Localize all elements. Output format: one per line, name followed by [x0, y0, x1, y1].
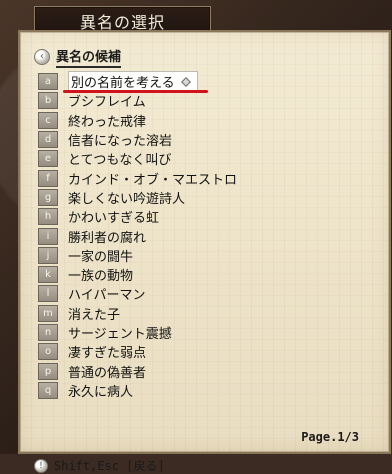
option-row-g[interactable]: g 楽しくない吟遊詩人 — [38, 188, 237, 207]
option-key-h: h — [38, 208, 58, 226]
option-key-d: d — [38, 131, 58, 149]
option-key-l: l — [38, 285, 58, 303]
option-label-l: ハイパーマン — [68, 288, 146, 304]
option-label-a: 別の名前を考える — [71, 76, 175, 92]
option-key-f: f — [38, 169, 58, 187]
option-key-e: e — [38, 150, 58, 168]
option-row-l[interactable]: l ハイパーマン — [38, 284, 237, 303]
option-key-o: o — [38, 343, 58, 361]
option-key-i: i — [38, 227, 58, 245]
option-key-q: q — [38, 381, 58, 399]
option-row-f[interactable]: f カインド・オブ・マエストロ — [38, 168, 238, 188]
option-label-e: とてつもなく叫び — [68, 153, 172, 169]
footer-hint: ! Shift,Esc [戻る] — [34, 457, 165, 474]
option-label-o: 凄すぎた弱点 — [68, 346, 147, 362]
left-arrow-circle-icon: ‹ — [34, 49, 50, 65]
option-row-c[interactable]: c 終わった戒律 — [38, 111, 237, 130]
option-label-m: 消えた子 — [68, 307, 121, 323]
option-row-h[interactable]: h かわいすぎる虹 — [38, 207, 237, 226]
keyboard-hint-icon: ! — [34, 458, 48, 473]
section-title: 異名の候補 — [56, 46, 122, 68]
option-label-p: 普通の偽善者 — [68, 365, 147, 381]
option-label-q: 永久に病人 — [68, 384, 134, 400]
option-key-m: m — [38, 304, 58, 322]
section-header: ‹ 異名の候補 — [34, 46, 122, 68]
option-label-c: 終わった戒律 — [68, 114, 147, 130]
option-label-b: ブシフレイム — [68, 95, 146, 111]
option-row-b[interactable]: b ブシフレイム — [38, 91, 237, 110]
diamond-icon — [180, 76, 191, 87]
option-label-n: サージェント震撼 — [68, 327, 172, 342]
option-label-f: カインド・オブ・マエストロ — [68, 172, 238, 188]
option-label-g: 楽しくない吟遊詩人 — [68, 191, 186, 207]
option-row-e[interactable]: e とてつもなく叫び — [38, 149, 237, 168]
option-key-a: a — [38, 73, 58, 91]
option-row-q[interactable]: q 永久に病人 — [38, 381, 237, 400]
option-row-m[interactable]: m 消えた子 — [38, 304, 237, 323]
option-key-p: p — [38, 362, 58, 380]
option-row-i[interactable]: i 勝利者の腐れ — [38, 226, 237, 246]
page-indicator: Page.1/3 — [301, 430, 359, 444]
name-selection-panel: ‹ 異名の候補 a 別の名前を考える b ブシフレイム c 終わった戒律 d 信… — [18, 30, 391, 473]
option-row-n[interactable]: n サージェント震撼 — [38, 323, 237, 342]
option-row-d[interactable]: d 信者になった溶岩 — [38, 130, 237, 149]
option-label-h: かわいすぎる虹 — [68, 211, 160, 227]
footer-hint-text: Shift,Esc [戻る] — [54, 459, 165, 473]
option-label-k: 一族の動物 — [68, 269, 134, 285]
option-key-j: j — [38, 246, 58, 264]
option-row-k[interactable]: k 一族の動物 — [38, 265, 237, 284]
option-key-c: c — [38, 111, 58, 129]
option-label-j: 一家の闘牛 — [68, 249, 134, 265]
option-label-i: 勝利者の腐れ — [68, 230, 147, 246]
option-key-g: g — [38, 188, 58, 206]
selected-option[interactable]: 別の名前を考える — [68, 71, 198, 93]
option-key-n: n — [38, 324, 58, 341]
option-row-p[interactable]: p 普通の偽善者 — [38, 361, 237, 381]
option-row-j[interactable]: j 一家の闘牛 — [38, 246, 237, 265]
alias-options-list: a 別の名前を考える b ブシフレイム c 終わった戒律 d 信者になった溶岩 … — [38, 71, 238, 400]
option-label-d: 信者になった溶岩 — [68, 134, 173, 150]
option-key-k: k — [38, 266, 58, 284]
option-row-o[interactable]: o 凄すぎた弱点 — [38, 342, 237, 361]
option-row-a[interactable]: a 別の名前を考える — [38, 71, 237, 93]
red-annotation-underline — [63, 90, 208, 93]
option-key-b: b — [38, 92, 58, 110]
